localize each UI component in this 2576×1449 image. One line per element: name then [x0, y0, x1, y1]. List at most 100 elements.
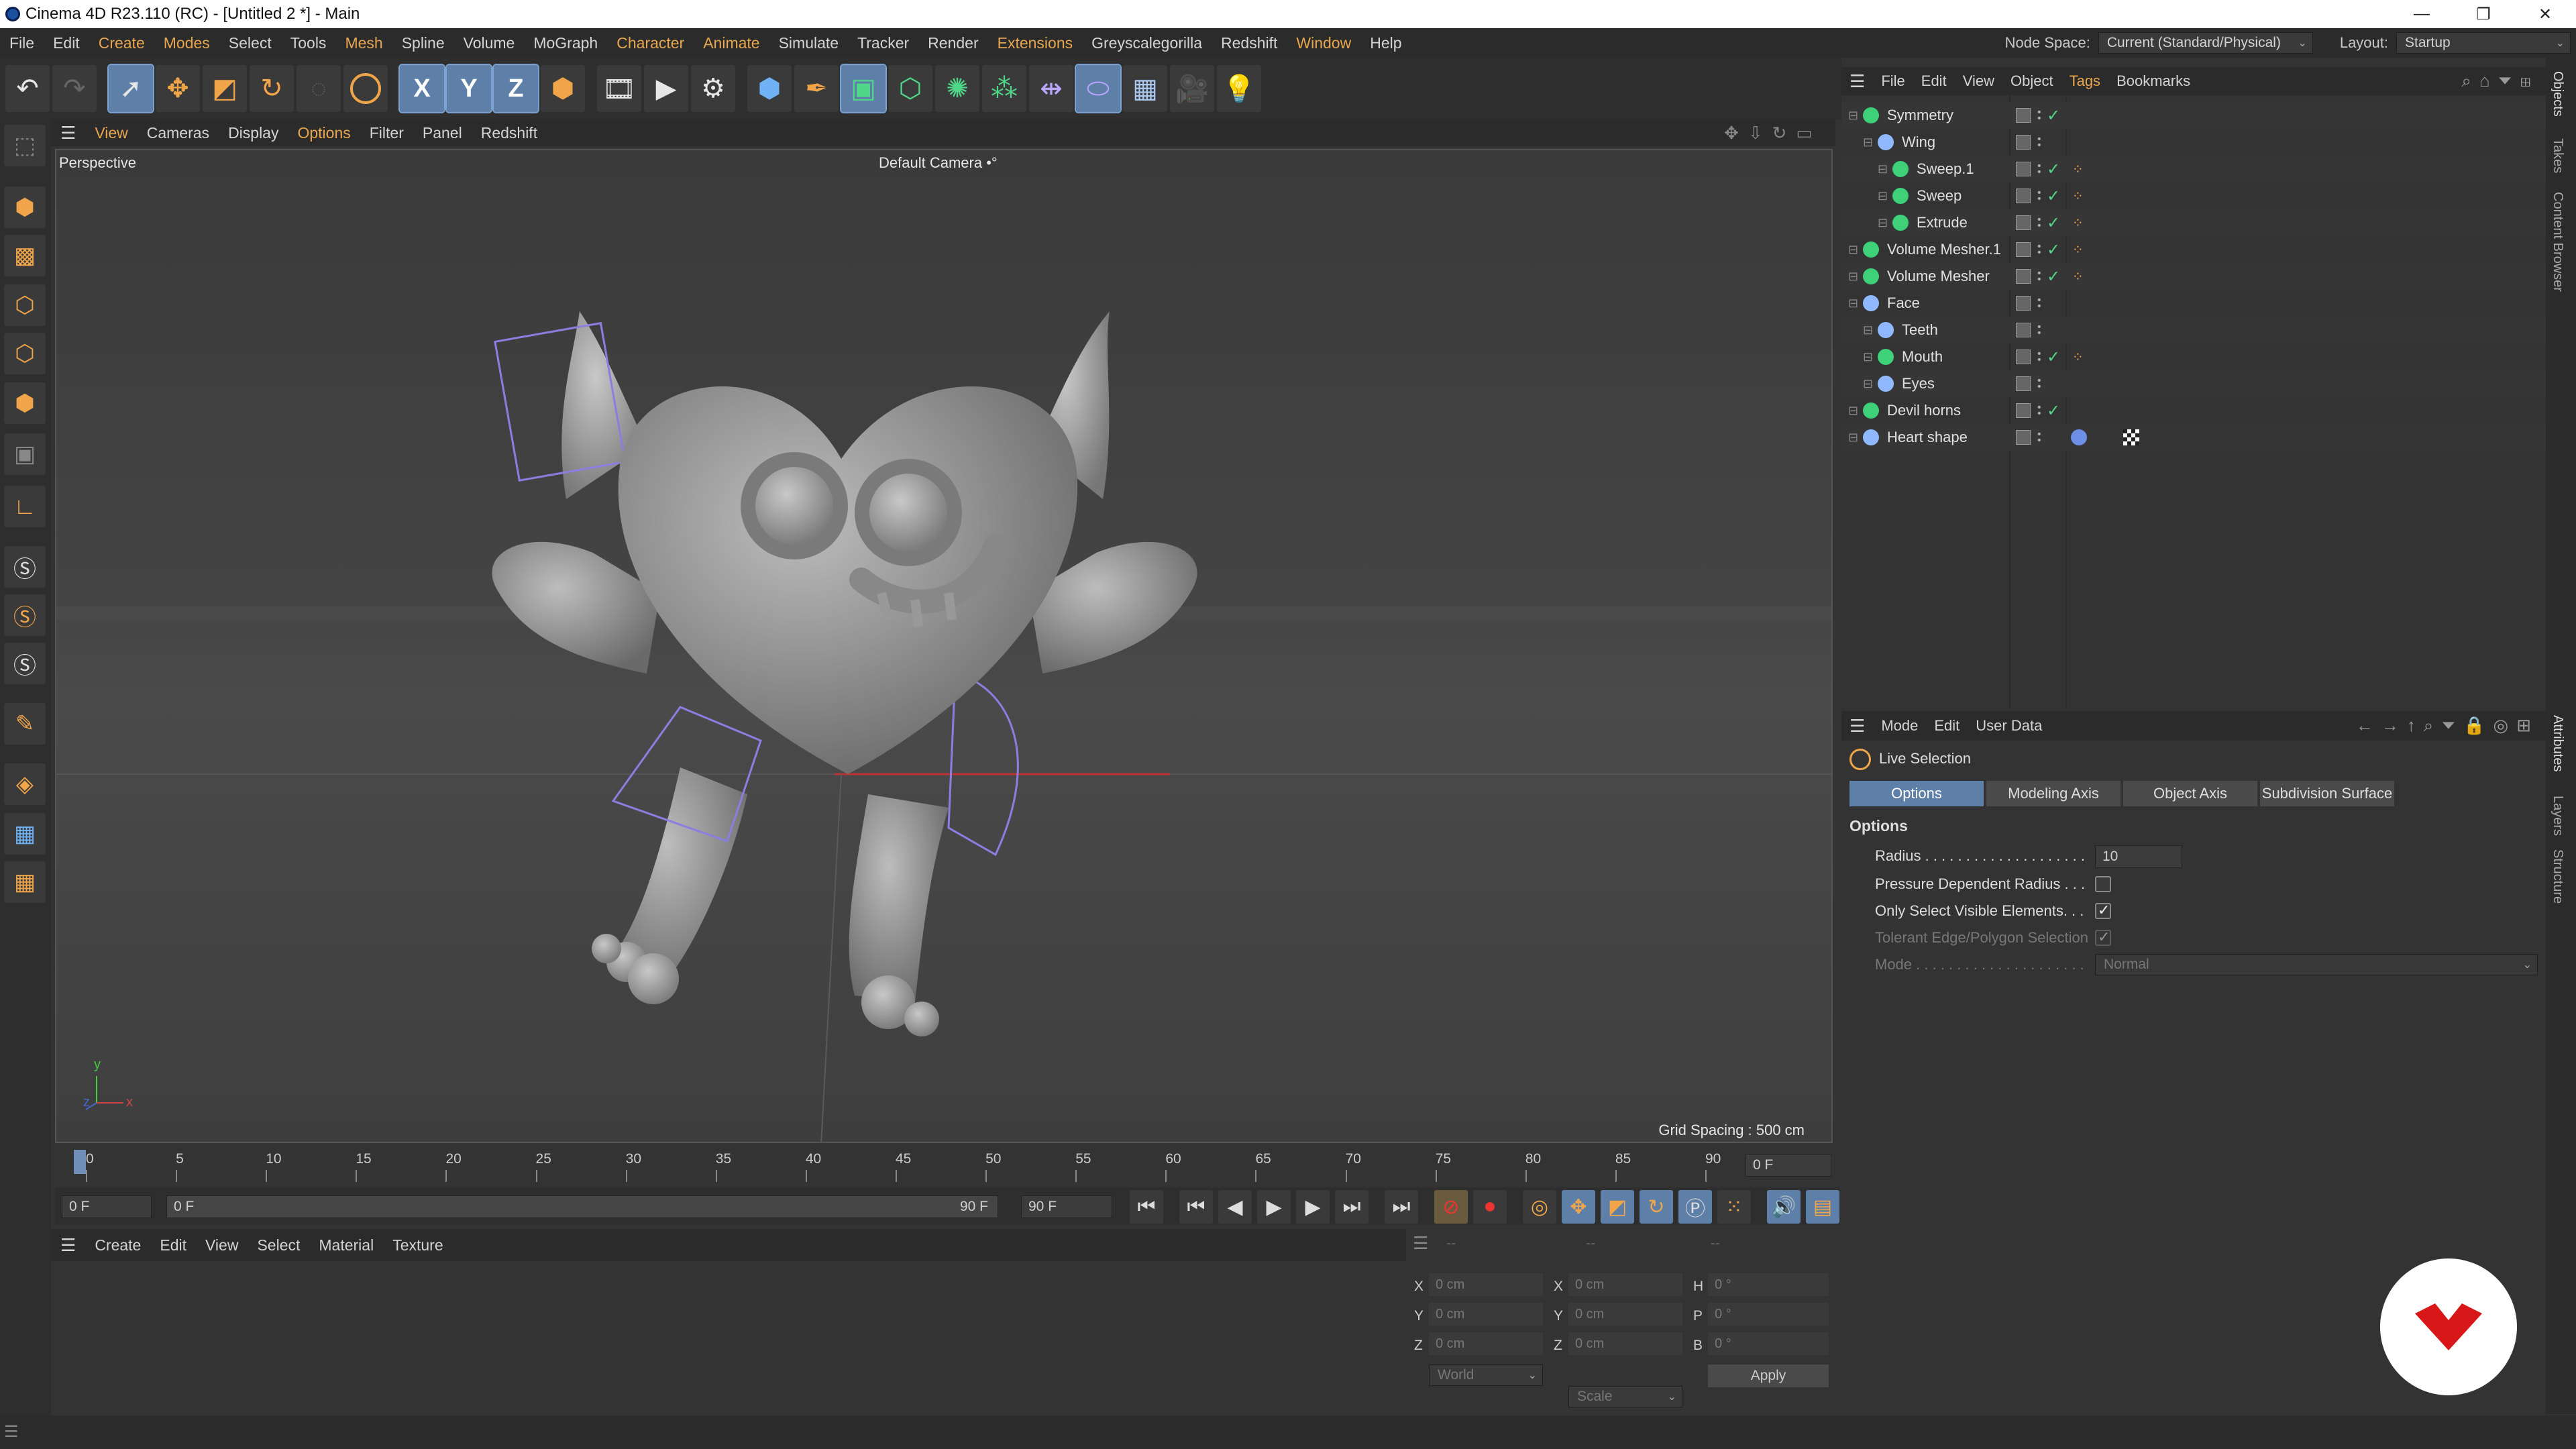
side-tab-content-browser[interactable]: Content Browser — [2550, 192, 2565, 292]
object-name[interactable]: Sweep.1 — [1917, 160, 1974, 178]
size-x-field[interactable]: 0 cm — [1568, 1273, 1682, 1296]
viewport-menu-options[interactable]: Options — [288, 124, 360, 142]
symmetry-icon[interactable]: ⇹ — [1029, 65, 1073, 112]
camera-icon[interactable]: 🎥 — [1170, 65, 1214, 112]
attribute-nav-icons[interactable]: ←→↑⌕⏷🔒◎⊞ — [2356, 715, 2539, 737]
visibility-dots-icon[interactable]: • • — [2037, 429, 2041, 446]
enabled-check-icon[interactable]: ✓ — [2047, 401, 2060, 421]
edges-mode-icon[interactable]: ⬡ — [4, 333, 46, 374]
object-row[interactable]: ⊟ Volume Mesher.1 • • ✓ ⁘ — [1841, 236, 2546, 263]
material-menu-view[interactable]: View — [196, 1236, 248, 1254]
extrude-icon[interactable]: ⬡ — [888, 65, 932, 112]
subdivision-icon[interactable]: ▣ — [840, 64, 887, 113]
visibility-dots-icon[interactable]: • • — [2037, 107, 2041, 124]
enabled-check-icon[interactable]: ✓ — [2047, 186, 2060, 206]
minimize-button[interactable]: — — [2391, 0, 2453, 28]
deformer-icon[interactable]: ⬭ — [1075, 64, 1122, 113]
tag-icon[interactable]: ⁘ — [2072, 268, 2084, 285]
object-row[interactable]: ⊟ Wing • • — [1841, 129, 2546, 156]
texture-tag-icon[interactable] — [2123, 429, 2139, 445]
locked-workplane-icon[interactable]: ▦ — [4, 861, 46, 903]
uv-mode-icon[interactable]: ▣ — [4, 433, 46, 475]
close-button[interactable]: ✕ — [2514, 0, 2576, 28]
mode-dropdown[interactable]: Normal ⌄ — [2095, 954, 2538, 975]
object-name[interactable]: Mouth — [1902, 348, 1943, 366]
array-icon[interactable]: ⁂ — [982, 65, 1026, 112]
go-to-end-icon[interactable]: ⏭ — [1385, 1190, 1418, 1224]
key-position-icon[interactable]: ✥ — [1562, 1190, 1595, 1224]
visibility-dots-icon[interactable]: • • — [2037, 402, 2041, 419]
grid-icon[interactable]: ▦ — [4, 813, 46, 855]
menu-animate[interactable]: Animate — [694, 34, 769, 52]
visibility-dots-icon[interactable]: • • — [2037, 188, 2041, 205]
attribute-menu-edit[interactable]: Edit — [1926, 717, 1968, 735]
menu-mograph[interactable]: MoGraph — [524, 34, 607, 52]
visibility-dots-icon[interactable]: • • — [2037, 241, 2041, 258]
attribute-menu-mode[interactable]: Mode — [1873, 717, 1926, 735]
light-icon[interactable]: 💡 — [1217, 65, 1261, 112]
visibility-dots-icon[interactable]: • • — [2037, 134, 2041, 151]
visibility-dots-icon[interactable]: • • — [2037, 268, 2041, 285]
object-name[interactable]: Wing — [1902, 133, 1935, 151]
enabled-check-icon[interactable]: ✓ — [2047, 347, 2060, 367]
timeline-window-icon[interactable]: ▤ — [1806, 1190, 1839, 1224]
visibility-dots-icon[interactable]: • • — [2037, 295, 2041, 312]
layer-icon[interactable] — [2016, 108, 2031, 123]
hamburger-icon[interactable]: ☰ — [4, 1422, 19, 1442]
key-pla-icon[interactable]: ⁙ — [1717, 1190, 1751, 1224]
object-row[interactable]: ⊟ Sweep • • ✓ ⁘ — [1841, 182, 2546, 209]
size-z-field[interactable]: 0 cm — [1568, 1332, 1682, 1355]
layer-icon[interactable] — [2016, 162, 2031, 176]
snap-settings-icon[interactable]: Ⓢ — [4, 594, 46, 636]
tolerant-checkbox[interactable] — [2095, 928, 2111, 946]
axis-mode-icon[interactable]: ∟ — [4, 486, 46, 527]
viewport-menu-cameras[interactable]: Cameras — [138, 124, 219, 142]
material-menu-texture[interactable]: Texture — [383, 1236, 452, 1254]
menu-window[interactable]: Window — [1287, 34, 1360, 52]
object-manager-tools-icons[interactable]: ⌕⌂⏷⊞ — [2461, 70, 2539, 92]
enabled-check-icon[interactable]: ✓ — [2047, 240, 2060, 260]
object-name[interactable]: Volume Mesher — [1887, 268, 1990, 285]
viewport-menu-view[interactable]: View — [85, 124, 137, 142]
expand-icon[interactable]: ⊟ — [1848, 109, 1858, 123]
hamburger-icon[interactable]: ☰ — [1841, 716, 1873, 737]
pen-icon[interactable]: ✒ — [794, 65, 839, 112]
layer-icon[interactable] — [2016, 376, 2031, 391]
viewport-menu-redshift[interactable]: Redshift — [472, 124, 547, 142]
side-tab-attributes[interactable]: Attributes — [2550, 715, 2565, 771]
render-settings-icon[interactable]: ⚙ — [691, 65, 735, 112]
material-tag-icon[interactable] — [2071, 429, 2087, 445]
object-row[interactable]: ⊟ Volume Mesher • • ✓ ⁘ — [1841, 263, 2546, 290]
menu-edit[interactable]: Edit — [44, 34, 89, 52]
render-picture-viewer-icon[interactable]: ▶ — [644, 65, 688, 112]
coordinate-space-dropdown[interactable]: World ⌄ — [1429, 1364, 1543, 1386]
key-parameter-icon[interactable]: Ⓟ — [1678, 1190, 1712, 1224]
layer-icon[interactable] — [2016, 242, 2031, 257]
radius-field[interactable]: 10 — [2095, 845, 2182, 868]
expand-icon[interactable]: ⊟ — [1848, 270, 1858, 284]
tweak-icon[interactable]: ✎ — [4, 703, 46, 745]
side-tab-objects[interactable]: Objects — [2550, 71, 2565, 117]
rotation-b-field[interactable]: 0 ° — [1708, 1332, 1829, 1355]
position-y-field[interactable]: 0 cm — [1429, 1303, 1543, 1326]
object-name[interactable]: Extrude — [1917, 214, 1968, 231]
object-menu-tags[interactable]: Tags — [2061, 72, 2108, 90]
floor-icon[interactable]: ▦ — [1123, 65, 1167, 112]
object-row[interactable]: ⊟ Eyes • • — [1841, 370, 2546, 397]
expand-icon[interactable]: ⊟ — [1848, 431, 1858, 445]
timeline-ruler[interactable]: 0 5 10 15 20 25 30 35 40 45 50 55 60 65 70 75 80 85 90 0 F — [55, 1147, 1833, 1184]
menu-create[interactable]: Create — [89, 34, 154, 52]
menu-extensions[interactable]: Extensions — [988, 34, 1083, 52]
rotation-h-field[interactable]: 0 ° — [1708, 1273, 1829, 1296]
menu-help[interactable]: Help — [1360, 34, 1411, 52]
enabled-check-icon[interactable]: ✓ — [2047, 160, 2060, 179]
layer-icon[interactable] — [2016, 430, 2031, 445]
model-mode-icon[interactable]: ⬢ — [4, 186, 46, 228]
points-mode-icon[interactable]: ⬡ — [4, 284, 46, 326]
viewport-menu-filter[interactable]: Filter — [360, 124, 413, 142]
workplane-icon[interactable]: ◈ — [4, 763, 46, 805]
live-selection-icon[interactable] — [343, 65, 388, 112]
viewport-menu-display[interactable]: Display — [219, 124, 288, 142]
enabled-check-icon[interactable]: ✓ — [2047, 213, 2060, 233]
apply-button[interactable]: Apply — [1708, 1364, 1829, 1387]
